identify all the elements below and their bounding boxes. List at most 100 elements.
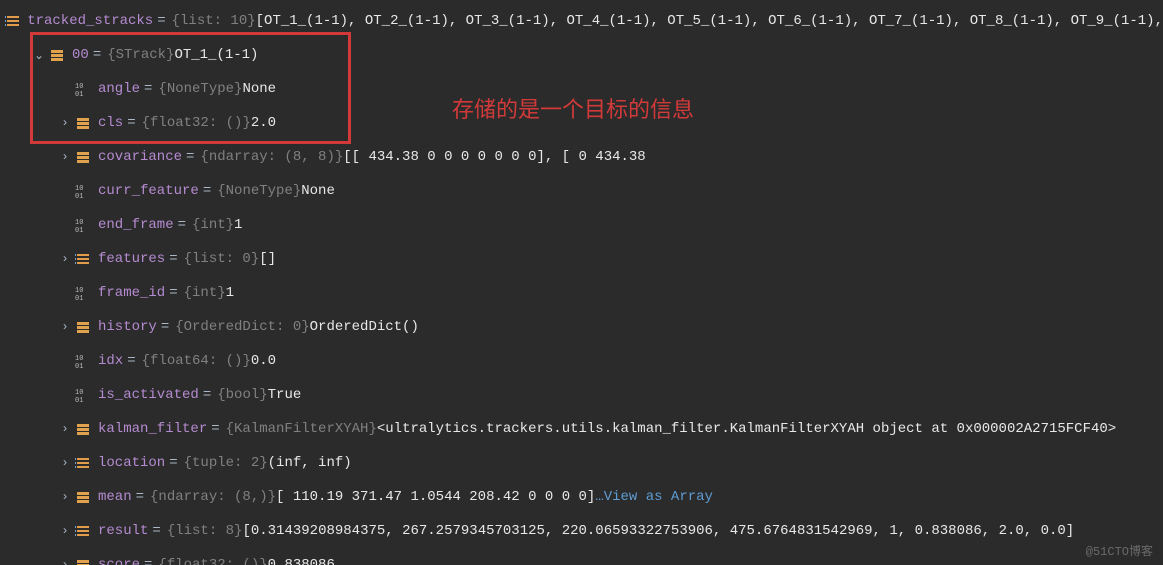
variable-name: location bbox=[98, 455, 165, 471]
binary-icon: 1001 bbox=[74, 182, 92, 200]
var-row-history[interactable]: ›history = {OrderedDict: 0} OrderedDict(… bbox=[0, 310, 1163, 344]
var-row-frame_id[interactable]: 1001frame_id = {int} 1 bbox=[0, 276, 1163, 310]
svg-text:01: 01 bbox=[75, 295, 83, 301]
equals-sign: = bbox=[152, 523, 160, 539]
variable-value: [OT_1_(1-1), OT_2_(1-1), OT_3_(1-1), OT_… bbox=[256, 13, 1163, 29]
variable-type: {list: 8} bbox=[167, 523, 243, 539]
object-icon bbox=[74, 488, 92, 506]
expander-icon[interactable]: › bbox=[56, 150, 74, 164]
svg-text:10: 10 bbox=[75, 185, 83, 193]
object-icon bbox=[75, 319, 91, 335]
variable-type: {list: 0} bbox=[184, 251, 260, 267]
binary-icon: 1001 bbox=[75, 217, 91, 233]
var-row-features[interactable]: ›features = {list: 0} [] bbox=[0, 242, 1163, 276]
variable-type: {NoneType} bbox=[158, 81, 242, 97]
variable-name: result bbox=[98, 523, 148, 539]
variable-name: features bbox=[98, 251, 165, 267]
variable-type: {int} bbox=[192, 217, 234, 233]
variable-value: None bbox=[301, 183, 335, 199]
variable-name: frame_id bbox=[98, 285, 165, 301]
var-row-end_frame[interactable]: 1001end_frame = {int} 1 bbox=[0, 208, 1163, 242]
variable-type: {OrderedDict: 0} bbox=[175, 319, 309, 335]
variable-value: 2.0 bbox=[251, 115, 276, 131]
binary-icon: 1001 bbox=[75, 285, 91, 301]
svg-text:01: 01 bbox=[75, 363, 83, 369]
svg-text:01: 01 bbox=[75, 227, 83, 233]
annotation-text: 存储的是一个目标的信息 bbox=[452, 92, 694, 124]
watermark: @51CTO博客 bbox=[1086, 542, 1153, 559]
variable-value: 1 bbox=[226, 285, 234, 301]
variable-type: {ndarray: (8, 8)} bbox=[200, 149, 343, 165]
variable-name: curr_feature bbox=[98, 183, 199, 199]
expander-icon[interactable]: › bbox=[56, 456, 74, 470]
expander-icon[interactable]: › bbox=[56, 490, 74, 504]
object-icon bbox=[75, 557, 91, 565]
var-row-mean[interactable]: ›mean = {ndarray: (8,)} [ 110.19 371.47 … bbox=[0, 480, 1163, 514]
variable-value: None bbox=[242, 81, 276, 97]
variable-value: (inf, inf) bbox=[268, 455, 352, 471]
list-icon bbox=[74, 454, 92, 472]
list-icon bbox=[5, 12, 21, 30]
list-icon bbox=[75, 455, 91, 471]
object-icon bbox=[74, 318, 92, 336]
object-icon bbox=[74, 556, 92, 565]
variable-name: 00 bbox=[72, 47, 89, 63]
expander-icon[interactable]: › bbox=[56, 558, 74, 565]
object-icon bbox=[74, 114, 92, 132]
var-row-curr_feature[interactable]: 1001curr_feature = {NoneType} None bbox=[0, 174, 1163, 208]
variable-value: 0.0 bbox=[251, 353, 276, 369]
object-icon bbox=[75, 149, 91, 165]
var-row-is_activated[interactable]: 1001is_activated = {bool} True bbox=[0, 378, 1163, 412]
view-as-array-link[interactable]: …View as Array bbox=[595, 489, 713, 505]
variable-value: [] bbox=[259, 251, 276, 267]
equals-sign: = bbox=[169, 455, 177, 471]
binary-icon: 1001 bbox=[75, 353, 91, 369]
variable-name: cls bbox=[98, 115, 123, 131]
expander-icon[interactable]: › bbox=[56, 320, 74, 334]
binary-icon: 1001 bbox=[75, 81, 91, 97]
object-icon bbox=[74, 148, 92, 166]
variable-type: {ndarray: (8,)} bbox=[150, 489, 276, 505]
variable-value: [[ 434.38 0 0 0 0 0 0 0], [ 0 434.38 bbox=[343, 149, 645, 165]
variable-name: covariance bbox=[98, 149, 182, 165]
object-icon bbox=[75, 489, 91, 505]
object-icon bbox=[74, 420, 92, 438]
variable-value: [0.31439208984375, 267.2579345703125, 22… bbox=[242, 523, 1074, 539]
expander-icon[interactable]: › bbox=[56, 252, 74, 266]
binary-icon: 1001 bbox=[74, 352, 92, 370]
equals-sign: = bbox=[157, 13, 165, 29]
variable-type: {KalmanFilterXYAH} bbox=[226, 421, 377, 437]
expander-icon[interactable]: › bbox=[56, 116, 74, 130]
var-row-score[interactable]: ›score = {float32: ()} 0.838086 bbox=[0, 548, 1163, 565]
variable-type: {STrack} bbox=[107, 47, 174, 63]
variable-type: {list: 10} bbox=[172, 13, 256, 29]
variable-name: idx bbox=[98, 353, 123, 369]
svg-text:10: 10 bbox=[75, 219, 83, 227]
var-row-00[interactable]: ⌄00 = {STrack} OT_1_(1-1) bbox=[0, 38, 1163, 72]
var-row-idx[interactable]: 1001idx = {float64: ()} 0.0 bbox=[0, 344, 1163, 378]
expander-icon[interactable]: › bbox=[56, 422, 74, 436]
expander-icon[interactable]: › bbox=[56, 524, 74, 538]
var-row-kalman_filter[interactable]: ›kalman_filter = {KalmanFilterXYAH} <ult… bbox=[0, 412, 1163, 446]
equals-sign: = bbox=[211, 421, 219, 437]
var-row-covariance[interactable]: › covariance = {ndarray: (8, 8)} [[ 434.3… bbox=[0, 140, 1163, 174]
var-row-result[interactable]: › result = {list: 8} [0.31439208984375, 2… bbox=[0, 514, 1163, 548]
variable-name: tracked_stracks bbox=[27, 13, 153, 29]
variable-value: [ 110.19 371.47 1.0544 208.42 0 0 0 0] bbox=[276, 489, 595, 505]
list-icon bbox=[5, 13, 21, 29]
variable-name: history bbox=[98, 319, 157, 335]
list-icon bbox=[75, 523, 91, 539]
svg-text:01: 01 bbox=[75, 193, 83, 199]
variable-value: OT_1_(1-1) bbox=[174, 47, 258, 63]
binary-icon: 1001 bbox=[74, 386, 92, 404]
equals-sign: = bbox=[161, 319, 169, 335]
equals-sign: = bbox=[186, 149, 194, 165]
object-icon bbox=[75, 115, 91, 131]
binary-icon: 1001 bbox=[74, 284, 92, 302]
list-icon bbox=[74, 250, 92, 268]
variable-value: 0.838086 bbox=[268, 557, 335, 565]
expander-icon[interactable]: ⌄ bbox=[30, 48, 48, 63]
var-row-location[interactable]: ›location = {tuple: 2} (inf, inf) bbox=[0, 446, 1163, 480]
binary-icon: 1001 bbox=[75, 183, 91, 199]
var-row-tracked_stracks[interactable]: tracked_stracks = {list: 10} [OT_1_(1-1)… bbox=[0, 4, 1163, 38]
